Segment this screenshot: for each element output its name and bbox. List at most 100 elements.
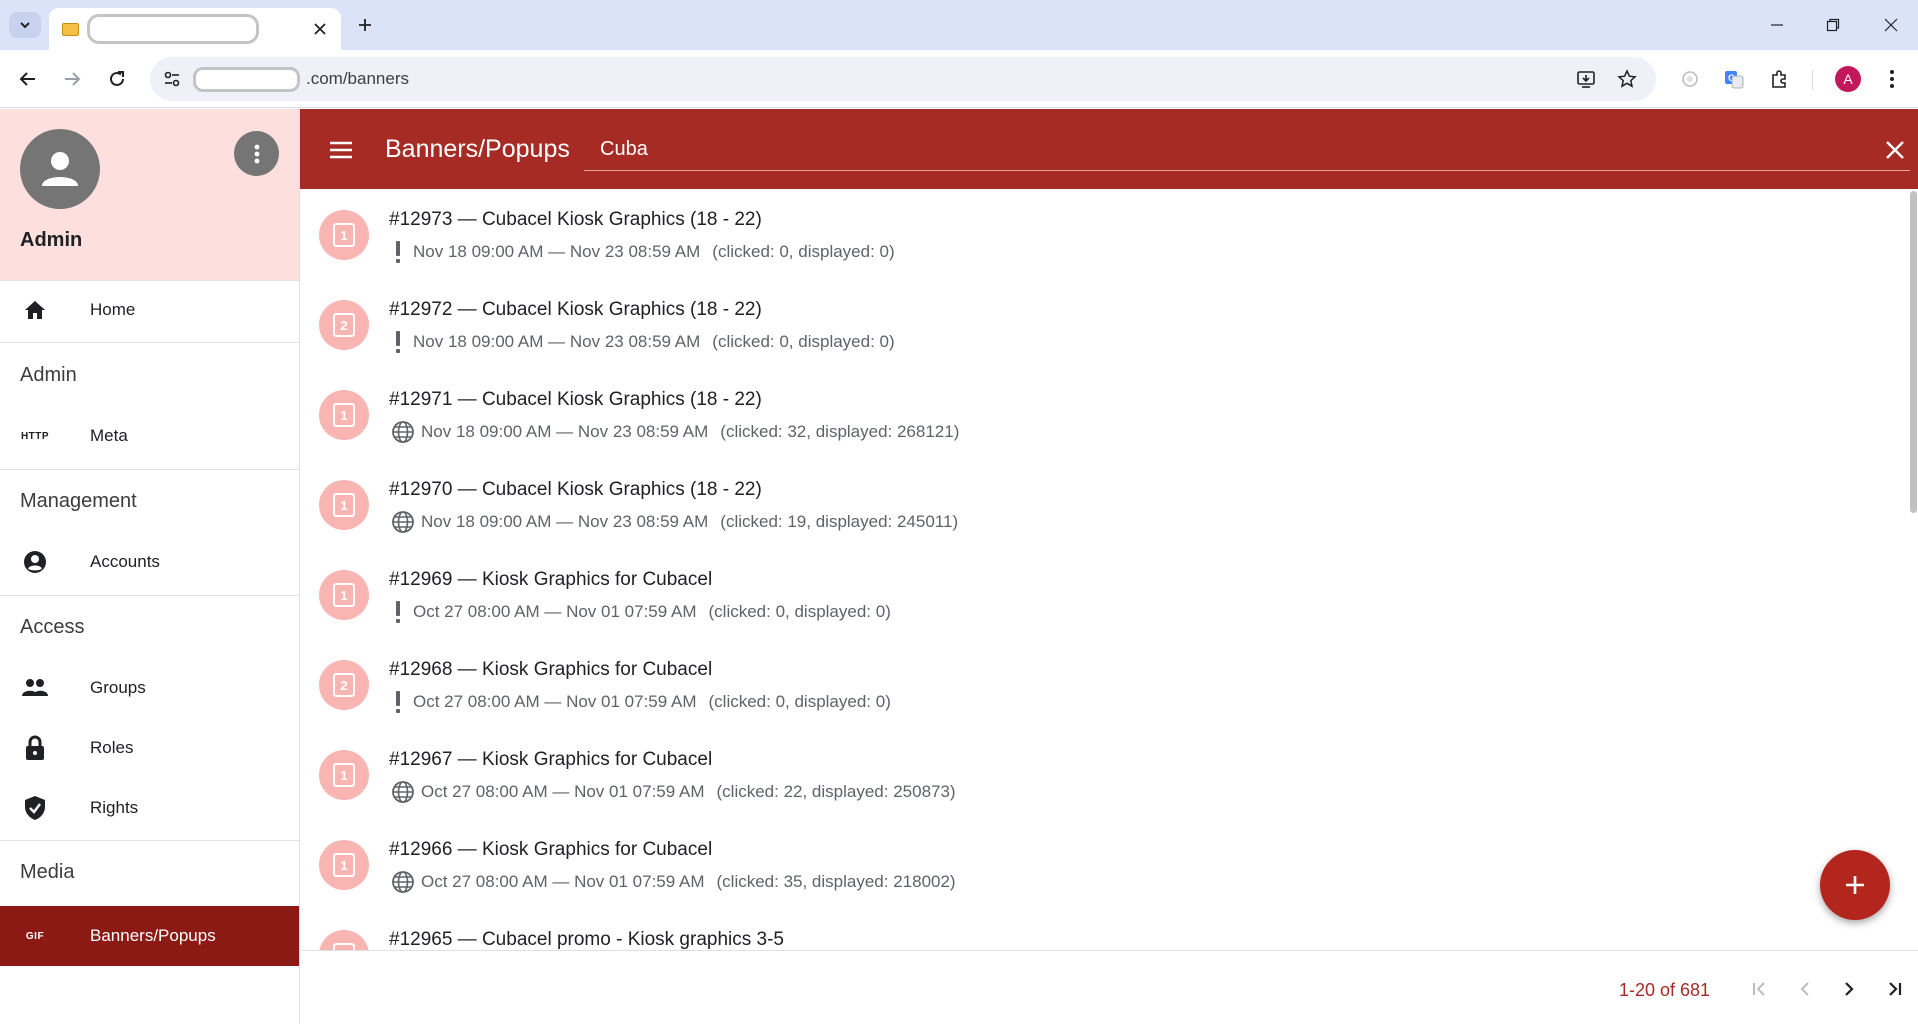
minimize-icon [1771,24,1783,26]
banner-title: #12972 — Cubacel Kiosk Graphics (18 - 22… [389,299,762,320]
tab-title [87,14,259,44]
browser-menu-button[interactable] [1878,65,1906,93]
sidebar-item-home[interactable]: Home [0,281,299,339]
scrollbar[interactable] [1908,189,1918,950]
search-input[interactable] [600,133,1800,165]
exclamation-icon [391,241,405,263]
sidebar-item-accounts[interactable]: Accounts [0,533,299,591]
sidebar-item-rights[interactable]: Rights [0,779,299,837]
menu-button[interactable] [326,135,356,165]
user-name: Admin [20,229,83,251]
divider [0,342,299,343]
banner-date-range: Nov 18 09:00 AM — Nov 23 08:59 AM [421,512,709,531]
banner-title: #12971 — Cubacel Kiosk Graphics (18 - 22… [389,389,762,410]
browser-toolbar: .com/banners G A [0,50,1918,108]
extensions-button[interactable] [1766,65,1794,93]
banner-stats: (clicked: 0, displayed: 0) [712,332,895,351]
banner-count-badge: 1 [319,840,369,890]
hamburger-icon [330,141,352,159]
list-item[interactable]: 1 #12969 — Kiosk Graphics for Cubacel Oct … [301,549,1902,639]
list-item[interactable]: 1 #12973 — Cubacel Kiosk Graphics (18 - 2… [301,189,1902,279]
chevron-right-icon [1845,982,1854,996]
divider [0,595,299,596]
section-media: Media [20,861,75,883]
section-management: Management [20,490,137,512]
plus-icon [359,19,371,31]
first-page-button[interactable] [1744,973,1776,1005]
clear-search-button[interactable] [1880,135,1910,165]
profile-avatar[interactable]: A [1835,66,1861,92]
avatar [20,129,100,209]
banner-title: #12969 — Kiosk Graphics for Cubacel [389,569,713,590]
badge-number: 1 [333,223,355,247]
scrollbar-thumb[interactable] [1910,191,1917,513]
browser-tab[interactable] [49,8,341,50]
list-item[interactable]: 2 #12972 — Cubacel Kiosk Graphics (18 - 2… [301,279,1902,369]
globe-icon [391,511,415,533]
list-item[interactable]: 1 #12970 — Cubacel Kiosk Graphics (18 - 2… [301,459,1902,549]
add-banner-button[interactable] [1820,850,1890,920]
list-item[interactable]: 1 #12965 — Cubacel promo - Kiosk graphics… [301,909,1902,950]
sidebar-item-banners-popups[interactable]: GIF Banners/Popups [0,906,299,966]
chevron-down-icon [20,22,30,29]
chevron-left-icon [1800,982,1809,996]
restore-icon [1826,18,1840,32]
list-item[interactable]: 1 #12967 — Kiosk Graphics for Cubacel Oct … [301,729,1902,819]
tab-close-button[interactable] [310,19,330,39]
extension-button[interactable] [1676,65,1704,93]
sidebar-item-label: Roles [90,738,134,757]
puzzle-icon [1772,70,1786,88]
list-item[interactable]: 1 #12971 — Cubacel Kiosk Graphics (18 - 2… [301,369,1902,459]
sidebar-item-meta[interactable]: HTTP Meta [0,407,299,465]
divider [0,469,299,470]
badge-number: 1 [333,763,355,787]
gif-icon: GIF [25,930,45,942]
tab-favicon-icon [62,23,79,36]
banner-count-badge: 1 [319,570,369,620]
tab-search-button[interactable] [9,12,41,38]
minimize-button[interactable] [1763,11,1791,39]
first-page-icon [1753,982,1765,996]
url-text: .com/banners [306,69,409,88]
banner-date-range: Nov 18 09:00 AM — Nov 23 08:59 AM [421,422,709,441]
restore-button[interactable] [1819,11,1847,39]
globe-icon [391,871,415,893]
banner-subtitle: Oct 27 08:00 AM — Nov 01 07:59 AM (clicke… [391,691,891,713]
reload-icon [110,71,124,86]
sidebar-item-groups[interactable]: Groups [0,659,299,717]
bookmark-button[interactable] [1614,66,1640,92]
new-tab-button[interactable] [353,13,377,37]
section-access: Access [20,616,85,638]
sidebar-item-roles[interactable]: Roles [0,719,299,777]
exclamation-icon [391,691,405,713]
banner-subtitle: Oct 27 08:00 AM — Nov 01 07:59 AM (clicke… [391,781,956,803]
section-admin: Admin [20,364,77,386]
globe-icon [391,421,415,443]
list-item[interactable]: 1 #12966 — Kiosk Graphics for Cubacel Oct … [301,819,1902,909]
previous-page-button[interactable] [1789,973,1821,1005]
sidebar-item-label: Meta [90,426,128,445]
back-button[interactable] [14,65,42,93]
banner-subtitle: Nov 18 09:00 AM — Nov 23 08:59 AM (clicke… [391,511,958,533]
account-circle-icon [20,547,50,577]
banner-title: #12967 — Kiosk Graphics for Cubacel [389,749,713,770]
banner-subtitle: Nov 18 09:00 AM — Nov 23 08:59 AM (clicke… [391,241,895,263]
verified-shield-icon [20,793,50,823]
install-app-button[interactable] [1573,66,1599,92]
user-menu-button[interactable] [234,131,279,176]
sidebar-item-label: Banners/Popups [90,926,216,945]
reload-button[interactable] [103,65,131,93]
extension-circle-icon [1682,71,1698,87]
address-bar[interactable]: .com/banners [150,57,1656,101]
site-info-button[interactable] [159,66,185,92]
forward-button[interactable] [58,65,86,93]
translate-button[interactable]: G [1720,65,1748,93]
last-page-button[interactable] [1878,973,1910,1005]
banner-stats: (clicked: 22, displayed: 250873) [716,782,956,801]
next-page-button[interactable] [1833,973,1865,1005]
banner-count-badge: 1 [319,480,369,530]
last-page-icon [1889,982,1902,996]
list-item[interactable]: 2 #12968 — Kiosk Graphics for Cubacel Oct … [301,639,1902,729]
window-close-button[interactable] [1877,11,1905,39]
banner-date-range: Oct 27 08:00 AM — Nov 01 07:59 AM [413,692,697,711]
